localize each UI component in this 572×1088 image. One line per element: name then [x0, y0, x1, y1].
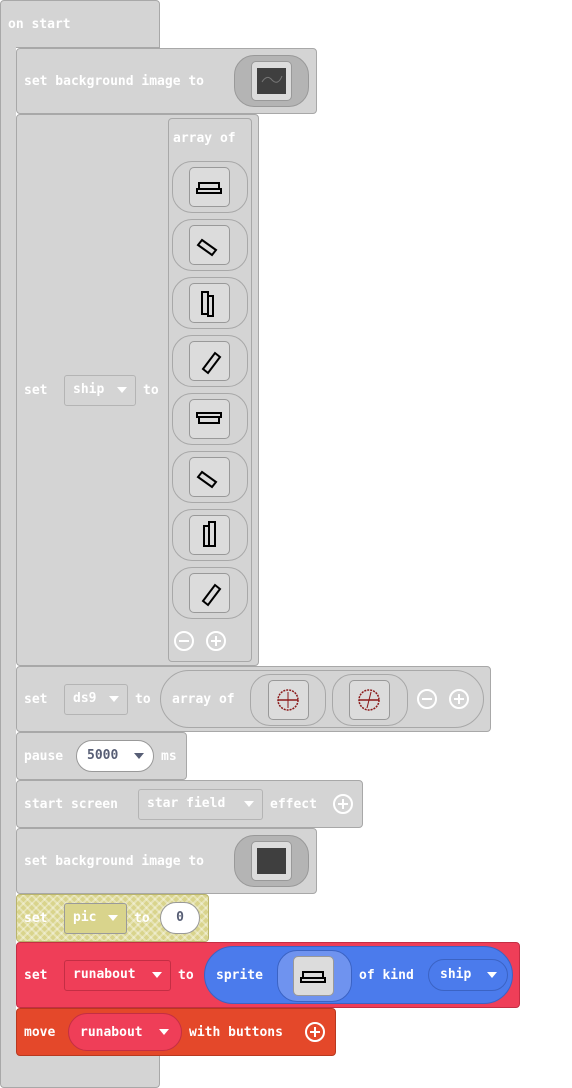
- ship-array-add-button[interactable]: [206, 631, 226, 651]
- chevron-down-icon: [134, 753, 144, 759]
- set-ds9-set-label: set: [24, 692, 48, 707]
- set-background-image-label-1: set background image to: [24, 74, 205, 89]
- set-background-image-label-2: set background image to: [24, 854, 205, 869]
- of-kind-label: of kind: [359, 968, 414, 983]
- set-ship-set-label: set: [24, 383, 48, 398]
- on-start-footer: [0, 1052, 160, 1088]
- ship-variable-label: ship: [73, 382, 105, 397]
- ship-array-remove-button[interactable]: [174, 631, 194, 651]
- on-start-label: on start: [8, 17, 71, 32]
- ship-variable-dropdown[interactable]: ship: [64, 375, 136, 406]
- background-image-icon: [257, 848, 286, 874]
- pic-variable-dropdown[interactable]: pic: [64, 903, 127, 934]
- move-sprite-dropdown[interactable]: runabout: [68, 1013, 182, 1051]
- chevron-down-icon: [152, 972, 162, 978]
- set-pic-set-label: set: [24, 911, 48, 926]
- set-runabout-to-label: to: [178, 968, 194, 983]
- pause-label: pause: [24, 749, 64, 764]
- runabout-variable-dropdown[interactable]: runabout: [64, 960, 171, 991]
- sprite-kind-dropdown[interactable]: ship: [428, 959, 508, 991]
- pic-value: 0: [176, 910, 184, 925]
- ship-sprite-icon: [203, 521, 216, 547]
- ship-sprite-icon: [201, 351, 222, 375]
- move-expand-button[interactable]: [305, 1022, 325, 1042]
- set-ds9-to-label: to: [135, 692, 151, 707]
- ship-sprite-icon: [201, 291, 214, 317]
- ship-image-4[interactable]: [189, 341, 230, 381]
- runabout-variable-label: runabout: [73, 967, 136, 982]
- ship-sprite-icon: [196, 238, 218, 257]
- ship-sprite-icon: [196, 412, 222, 424]
- background-image-icon: [257, 68, 286, 94]
- pause-duration-dropdown[interactable]: 5000: [76, 740, 154, 772]
- chevron-down-icon: [108, 915, 118, 921]
- background-image-thumb-2[interactable]: [251, 841, 292, 881]
- move-sprite-value: runabout: [80, 1025, 143, 1040]
- on-start-body-left: [0, 46, 16, 1056]
- chevron-down-icon: [109, 696, 119, 702]
- ship-image-6[interactable]: [189, 457, 230, 497]
- pause-duration-value: 5000: [87, 748, 119, 763]
- screen-effect-value: star field: [147, 796, 226, 811]
- ship-image-5[interactable]: [189, 399, 230, 439]
- set-ship-to-label: to: [143, 383, 159, 398]
- screen-effect-expand-button[interactable]: [333, 794, 353, 814]
- chevron-down-icon: [487, 972, 497, 978]
- ship-sprite-icon: [201, 583, 222, 607]
- ship-image-3[interactable]: [189, 283, 230, 323]
- ds9-variable-label: ds9: [73, 691, 97, 706]
- ds9-array-label: array of: [172, 692, 235, 707]
- ship-array-label: array of: [173, 131, 236, 146]
- ds9-image-2[interactable]: [349, 680, 390, 720]
- ship-image-2[interactable]: [189, 225, 230, 265]
- ship-sprite-icon: [196, 182, 222, 194]
- ds9-array-remove-button[interactable]: [417, 689, 437, 709]
- station-sprite-icon: [277, 689, 299, 711]
- ds9-image-1[interactable]: [268, 680, 309, 720]
- background-image-thumb-1[interactable]: [251, 61, 292, 101]
- ship-sprite-icon: [196, 470, 218, 489]
- ship-image-1[interactable]: [189, 167, 230, 207]
- chevron-down-icon: [244, 801, 254, 807]
- chevron-down-icon: [117, 387, 127, 393]
- screen-effect-dropdown[interactable]: star field: [138, 789, 263, 820]
- sprite-label: sprite: [216, 968, 263, 983]
- ds9-variable-dropdown[interactable]: ds9: [64, 684, 128, 715]
- ship-sprite-icon: [300, 971, 326, 983]
- sprite-image[interactable]: [293, 956, 334, 996]
- start-screen-label: start screen: [24, 797, 118, 812]
- pause-unit-label: ms: [161, 749, 177, 764]
- sprite-kind-value: ship: [440, 967, 472, 982]
- pic-variable-label: pic: [73, 910, 97, 925]
- ship-image-8[interactable]: [189, 573, 230, 613]
- move-label: move: [24, 1025, 56, 1040]
- chevron-down-icon: [159, 1029, 169, 1035]
- set-runabout-set-label: set: [24, 968, 48, 983]
- ship-image-7[interactable]: [189, 515, 230, 555]
- station-sprite-icon: [358, 689, 380, 711]
- ds9-array-add-button[interactable]: [449, 689, 469, 709]
- effect-label: effect: [270, 797, 317, 812]
- pic-value-field[interactable]: 0: [160, 902, 200, 934]
- with-buttons-label: with buttons: [189, 1025, 283, 1040]
- set-pic-to-label: to: [134, 911, 150, 926]
